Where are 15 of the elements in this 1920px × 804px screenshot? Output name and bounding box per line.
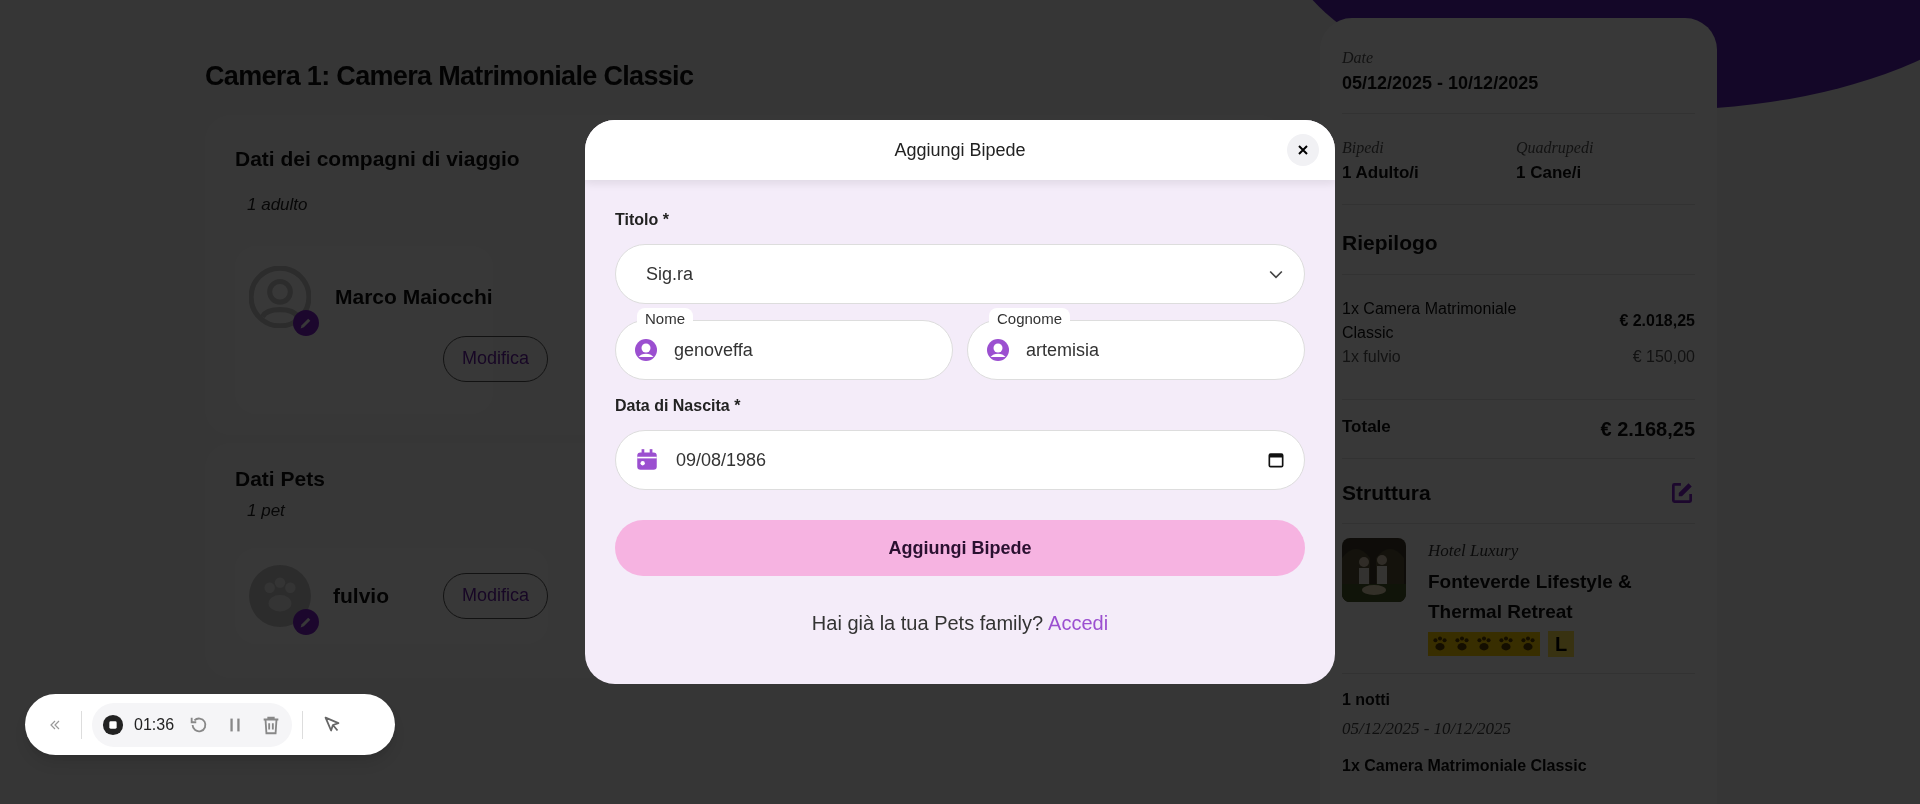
date-field[interactable]: 09/08/1986 xyxy=(615,430,1305,490)
calendar-icon xyxy=(634,447,660,473)
field-label: Data di Nascita * xyxy=(615,396,742,416)
user-icon xyxy=(634,338,658,362)
submit-button[interactable]: Aggiungi Bipede xyxy=(615,520,1305,576)
close-button[interactable] xyxy=(1287,134,1319,166)
stop-icon[interactable] xyxy=(102,713,124,736)
calendar-icon[interactable] xyxy=(1266,450,1286,470)
modal-title: Aggiungi Bipede xyxy=(894,138,1026,162)
field-label: Titolo * xyxy=(615,210,670,230)
login-prompt: Hai già la tua Pets family? xyxy=(811,611,1044,636)
login-link[interactable]: Accedi xyxy=(1048,608,1109,638)
user-icon xyxy=(986,338,1010,362)
select-field[interactable]: Sig.ra xyxy=(615,244,1305,304)
recording-timer: 01:36 xyxy=(134,714,175,735)
